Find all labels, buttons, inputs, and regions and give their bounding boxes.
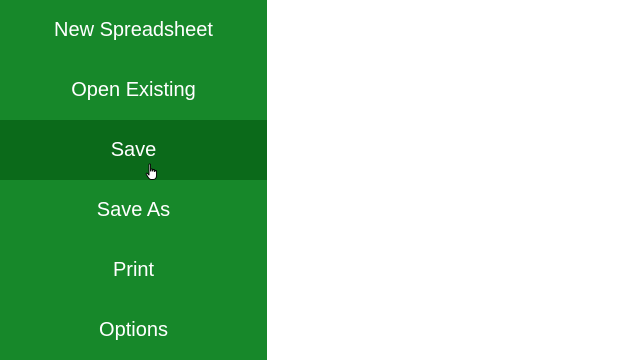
menu-item-open-existing[interactable]: Open Existing <box>0 60 267 120</box>
content-area <box>267 0 640 360</box>
file-menu-panel: New Spreadsheet Open Existing Save Save … <box>0 0 267 360</box>
hand-pointer-icon <box>145 163 157 180</box>
menu-item-new-spreadsheet[interactable]: New Spreadsheet <box>0 0 267 60</box>
menu-item-save-as[interactable]: Save As <box>0 180 267 240</box>
menu-item-save[interactable]: Save <box>0 120 267 180</box>
menu-item-options[interactable]: Options <box>0 300 267 360</box>
menu-item-print[interactable]: Print <box>0 240 267 300</box>
